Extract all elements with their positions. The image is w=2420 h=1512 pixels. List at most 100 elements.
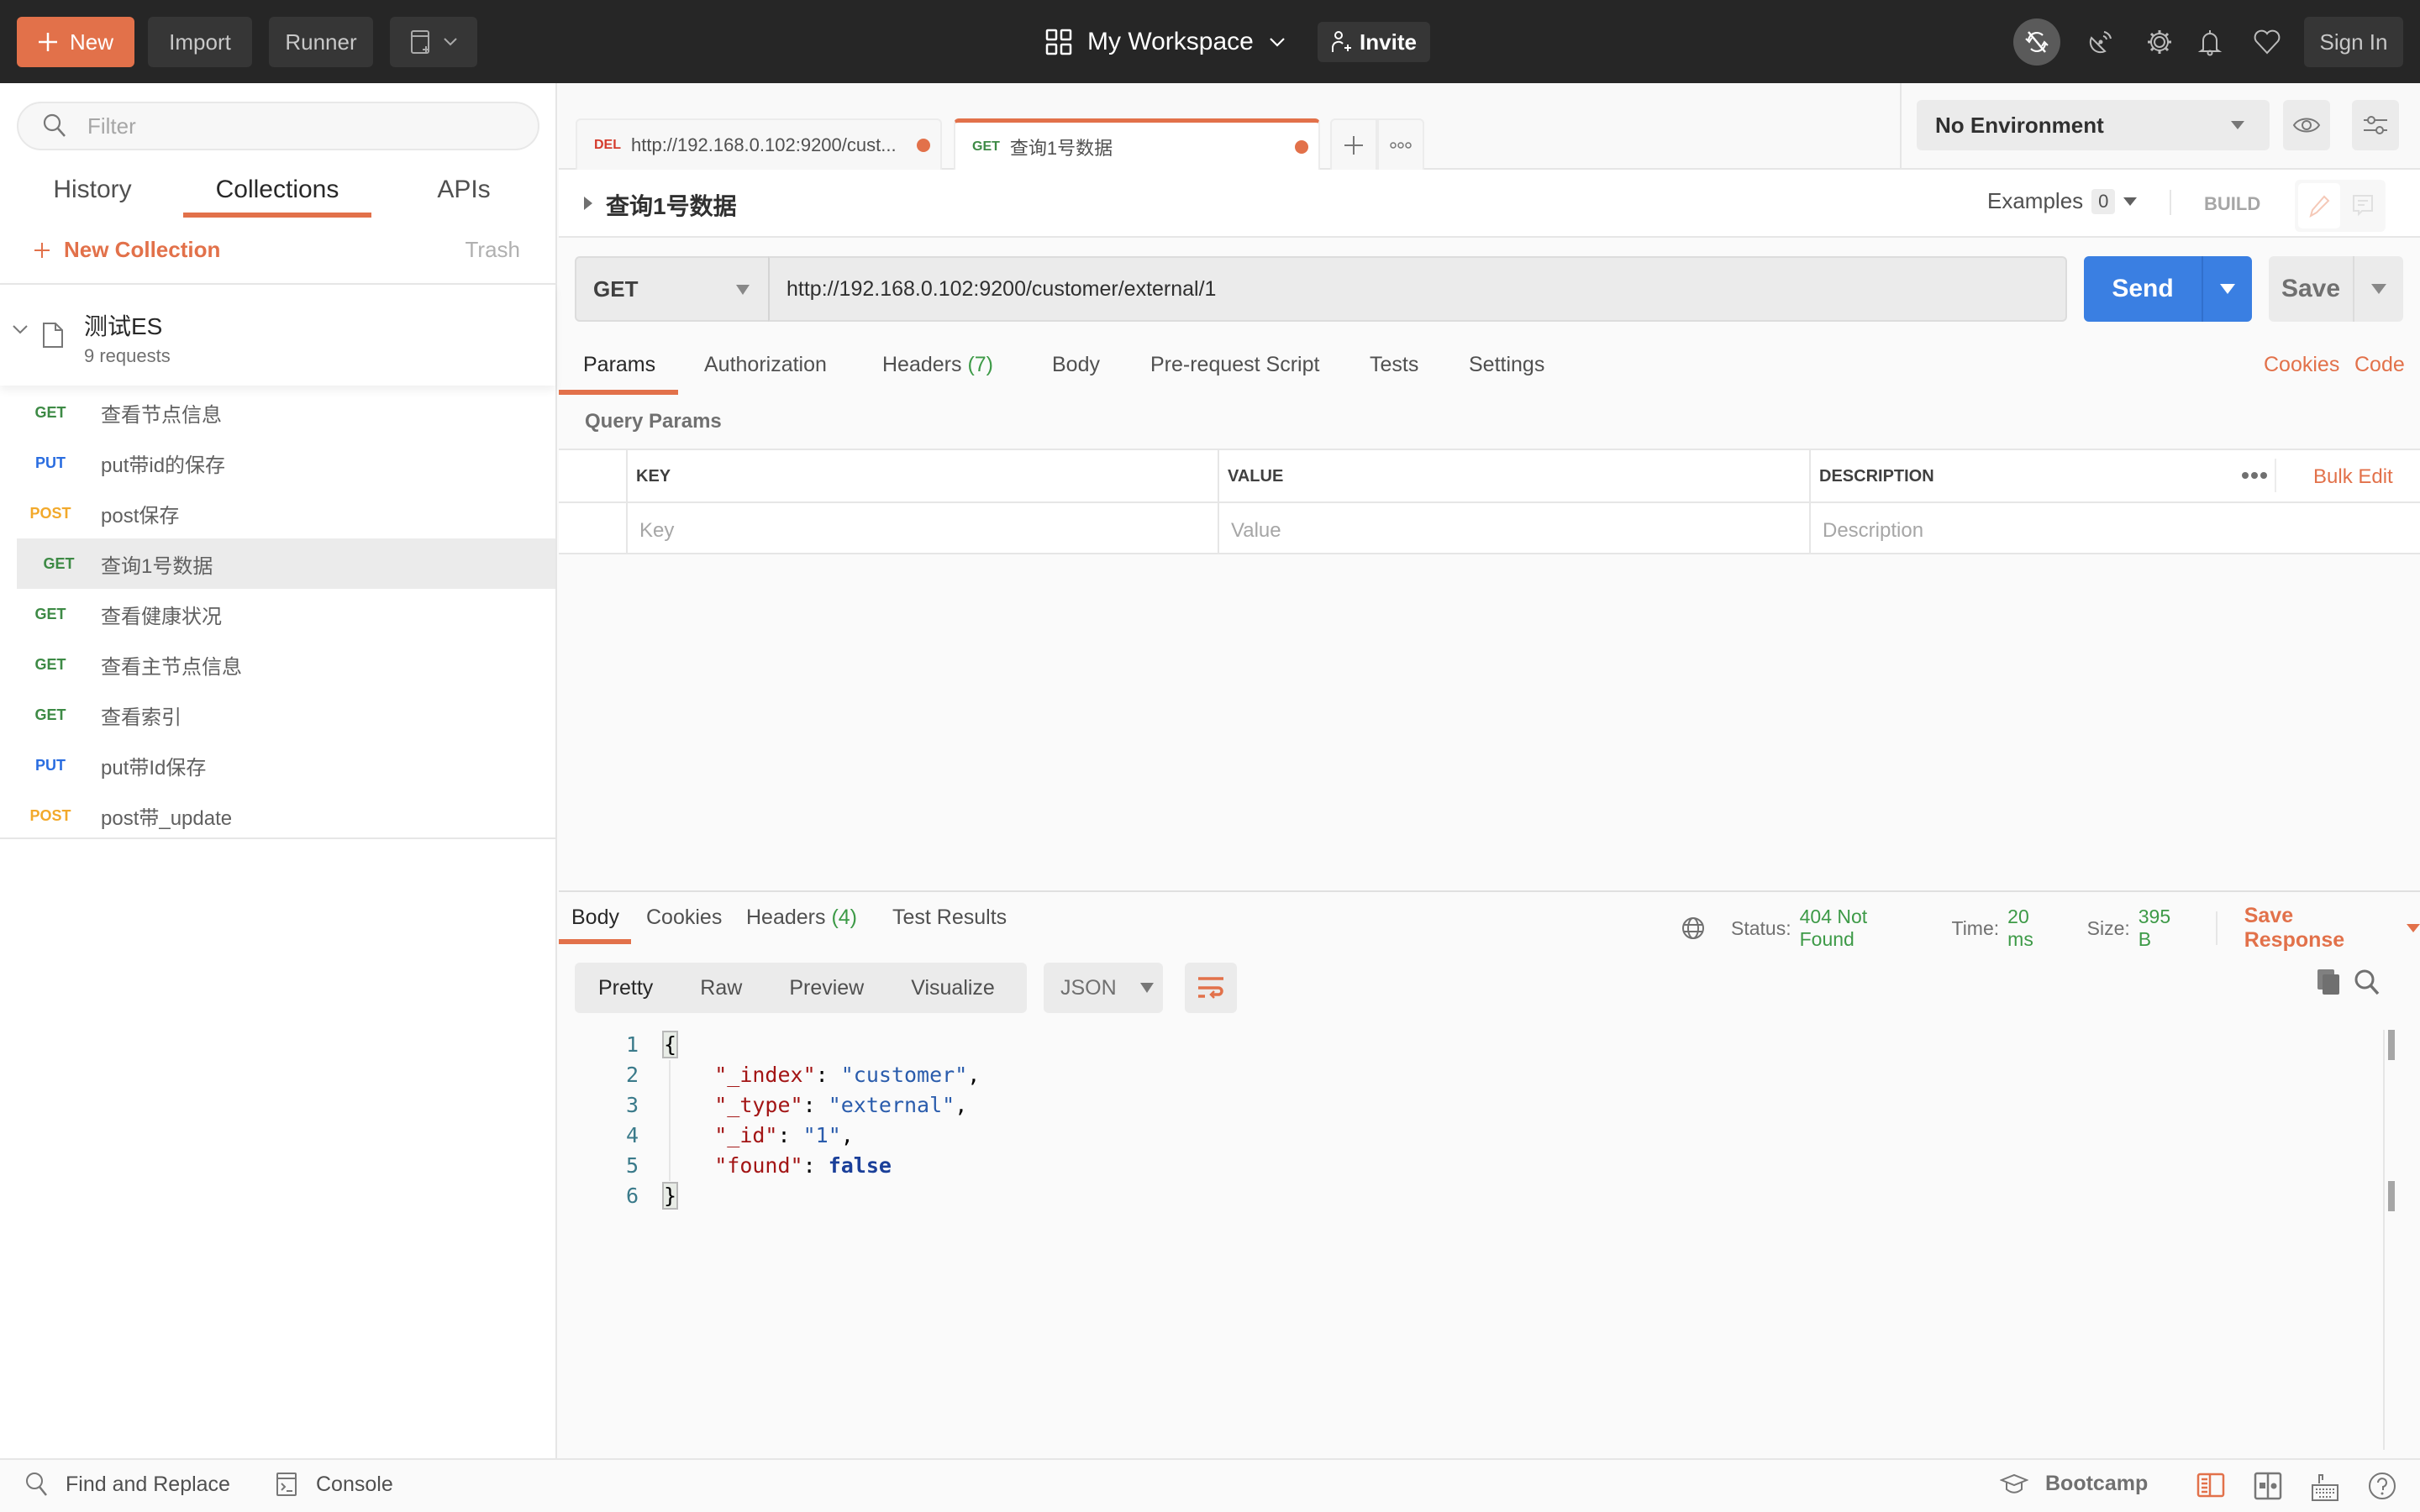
value-input[interactable]: Value [1231, 519, 1281, 543]
trash-link[interactable]: Trash [466, 237, 521, 263]
console-button[interactable]: Console [276, 1472, 393, 1497]
sidebar-request-item[interactable]: POST post保存 [0, 488, 555, 538]
sync-off-icon[interactable] [2013, 18, 2060, 66]
wrap-lines-button[interactable] [1185, 963, 1237, 1013]
tab-headers[interactable]: Headers (7) [882, 353, 993, 377]
punctuation: : [815, 1063, 841, 1087]
sidebar-request-item[interactable]: GET 查看健康状况 [0, 589, 555, 639]
tab-label: Test Results [892, 906, 1007, 929]
bootcamp-button[interactable]: Bootcamp [2000, 1472, 2148, 1496]
sidebar-request-item[interactable]: GET 查看节点信息 [0, 387, 555, 438]
import-button[interactable]: Import [148, 17, 252, 67]
copy-icon[interactable] [2314, 968, 2343, 996]
manage-environments-button[interactable] [2352, 100, 2399, 150]
key-input[interactable]: Key [639, 519, 674, 543]
tab-authorization[interactable]: Authorization [704, 353, 827, 377]
tab-collections[interactable]: Collections [183, 176, 371, 226]
chevron-down-icon[interactable] [12, 323, 29, 335]
folder-icon [42, 322, 64, 349]
request-list: GET 查看节点信息 PUT put带id的保存 POST post保存 GET 查询1号数据… [0, 387, 555, 841]
response-tab-headers[interactable]: Headers (4) [746, 906, 857, 930]
sidebar-request-item[interactable]: PUT put带id的保存 [0, 438, 555, 488]
tab-history[interactable]: History [34, 176, 151, 226]
gear-icon[interactable] [2136, 18, 2183, 66]
time-value[interactable]: 20 ms [2007, 906, 2058, 951]
sidebar-request-item[interactable]: GET 查看索引 [0, 690, 555, 740]
tab-apis[interactable]: APIs [420, 176, 508, 226]
save-response-button[interactable]: Save Response [2244, 904, 2420, 953]
new-button[interactable]: New [17, 17, 134, 67]
view-visualize-button[interactable]: Visualize [887, 976, 1018, 1000]
edit-button[interactable] [2298, 183, 2340, 228]
cookies-link[interactable]: Cookies [2264, 353, 2339, 377]
tab-options-button[interactable] [1377, 118, 1424, 170]
graduation-cap-icon [2000, 1473, 2028, 1495]
view-raw-button[interactable]: Raw [676, 976, 765, 1000]
bell-icon[interactable] [2186, 18, 2233, 66]
view-preview-button[interactable]: Preview [765, 976, 887, 1000]
two-pane-view-icon[interactable] [2196, 1472, 2225, 1499]
environment-quick-look-button[interactable] [2283, 100, 2330, 150]
pane-resize-handle[interactable] [559, 890, 2420, 892]
scrollbar-track[interactable] [2383, 1030, 2385, 1450]
workspace-switcher[interactable]: My Workspace [1045, 22, 1286, 62]
response-tab-test-results[interactable]: Test Results [892, 906, 1007, 930]
response-tab-body[interactable]: Body [571, 906, 619, 930]
comments-button[interactable] [2344, 183, 2382, 228]
response-body-editor[interactable]: 1{2 "_index": "customer", 3 "_type": "ext… [588, 1030, 980, 1211]
find-replace-button[interactable]: Find and Replace [25, 1472, 230, 1497]
globe-icon[interactable] [1681, 916, 1706, 941]
view-pretty-button[interactable]: Pretty [575, 976, 676, 1000]
new-window-button[interactable] [390, 17, 477, 67]
runner-button[interactable]: Runner [269, 17, 373, 67]
line-number: 2 [625, 1063, 639, 1087]
sidebar-request-item[interactable]: PUT put带Id保存 [0, 740, 555, 790]
description-input[interactable]: Description [1823, 519, 1923, 543]
keyboard-shortcuts-icon[interactable] [2311, 1472, 2339, 1502]
sidebar-request-item[interactable]: POST post带_update [0, 790, 555, 841]
sign-in-button[interactable]: Sign In [2304, 17, 2403, 67]
response-tab-cookies[interactable]: Cookies [646, 906, 722, 930]
environment-select[interactable]: No Environment [1917, 100, 2270, 150]
caret-right-icon[interactable] [584, 197, 592, 210]
help-icon[interactable] [2368, 1472, 2396, 1500]
method-label: POST [29, 806, 71, 824]
satellite-icon[interactable] [2077, 18, 2124, 66]
search-icon[interactable] [2353, 968, 2381, 996]
method-select[interactable]: GET [575, 256, 770, 322]
tab-params[interactable]: Params [583, 353, 655, 377]
size-value[interactable]: 395 B [2139, 906, 2187, 951]
examples-dropdown[interactable]: Examples 0 [1987, 188, 2138, 214]
invite-button[interactable]: Invite [1318, 22, 1430, 62]
new-tab-button[interactable] [1330, 118, 1377, 170]
filter-input[interactable] [87, 113, 524, 139]
format-select[interactable]: JSON [1044, 963, 1163, 1013]
send-button[interactable]: Send [2084, 256, 2202, 322]
sidebar-request-item[interactable]: GET 查看主节点信息 [0, 639, 555, 690]
request-tab-active[interactable]: GET 查询1号数据 [954, 118, 1320, 171]
request-tab[interactable]: DEL http://192.168.0.102:9200/cust... [576, 118, 942, 170]
send-options-button[interactable] [2202, 256, 2252, 322]
heart-icon[interactable] [2244, 18, 2291, 66]
url-input[interactable] [786, 276, 2047, 302]
new-collection-button[interactable]: New Collection [34, 237, 220, 263]
collection-header[interactable]: 测试ES 9 requests [0, 283, 555, 386]
sidebar-request-item[interactable]: GET 查询1号数据 [17, 538, 555, 589]
tab-body[interactable]: Body [1052, 353, 1100, 377]
new-window-icon [409, 29, 434, 55]
url-field[interactable] [768, 256, 2067, 322]
status-value[interactable]: 404 Not Found [1800, 906, 1923, 951]
request-title[interactable]: 查询1号数据 [606, 188, 737, 222]
tab-pre-request-script[interactable]: Pre-request Script [1150, 353, 1319, 377]
code-link[interactable]: Code [2354, 353, 2405, 377]
json-value: false [828, 1153, 892, 1178]
tab-tests[interactable]: Tests [1370, 353, 1418, 377]
more-options-button[interactable] [2234, 459, 2276, 492]
save-options-button[interactable] [2353, 256, 2403, 322]
bulk-edit-link[interactable]: Bulk Edit [2313, 465, 2393, 489]
filter-field[interactable] [17, 102, 539, 150]
tab-settings[interactable]: Settings [1469, 353, 1544, 377]
scrollbar-thumb[interactable] [2388, 1030, 2395, 1060]
split-view-icon[interactable] [2254, 1472, 2282, 1500]
save-button[interactable]: Save [2269, 256, 2353, 322]
